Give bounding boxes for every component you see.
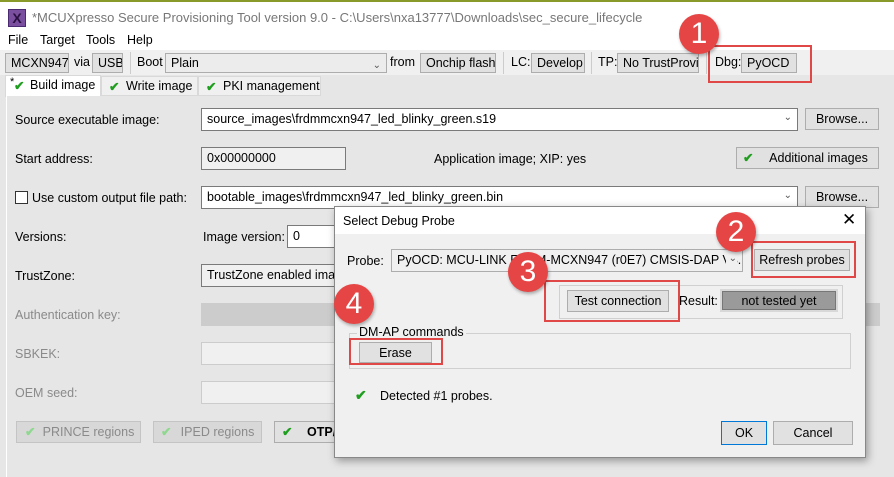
device-button[interactable]: MCXN947 xyxy=(5,53,69,73)
via-label: via xyxy=(74,55,90,69)
menu-help[interactable]: Help xyxy=(127,33,153,47)
source-value: source_images\frdmmcxn947_led_blinky_gre… xyxy=(207,112,497,126)
check-icon: ✔ xyxy=(206,80,217,94)
close-icon[interactable]: ✕ xyxy=(842,210,856,230)
boot-select[interactable]: Plain ⌄ xyxy=(165,53,387,73)
source-label: Source executable image: xyxy=(15,113,160,127)
custom-output-label: Use custom output file path: xyxy=(32,191,187,205)
annotation-badge-1: 1 xyxy=(679,14,719,54)
check-icon: ✔ xyxy=(109,80,120,94)
ok-button[interactable]: OK xyxy=(721,421,767,445)
custom-output-checkbox[interactable] xyxy=(15,191,28,204)
connection-button[interactable]: USB xyxy=(92,53,123,73)
boot-label: Boot xyxy=(137,55,163,69)
boot-memory-button[interactable]: Onchip flash xyxy=(420,53,496,73)
tab-label: Write image xyxy=(126,79,193,93)
tab-write-image[interactable]: ✔ Write image xyxy=(101,76,198,96)
annotation-badge-4: 4 xyxy=(334,284,374,324)
check-icon: ✔ xyxy=(282,425,293,439)
annotation-badge-2: 2 xyxy=(716,212,756,252)
cancel-button[interactable]: Cancel xyxy=(773,421,853,445)
probe-label: Probe: xyxy=(347,254,384,268)
from-label: from xyxy=(390,55,415,69)
image-version-field[interactable]: 0 xyxy=(287,225,337,248)
menu-tools[interactable]: Tools xyxy=(86,33,115,47)
annotation-box-4 xyxy=(349,338,443,365)
tp-label: TP: xyxy=(598,55,618,69)
annotation-box-2 xyxy=(751,241,856,278)
iped-regions-button: ✔ IPED regions xyxy=(153,421,262,443)
start-address-label: Start address: xyxy=(15,152,93,166)
dialog-title-bar: Select Debug Probe ✕ xyxy=(335,207,865,234)
tab-label: PKI management xyxy=(223,79,320,93)
start-address-field[interactable]: 0x00000000 xyxy=(201,147,346,170)
annotation-box-3 xyxy=(544,280,680,322)
sbkek-field xyxy=(201,342,341,365)
tab-pki-management[interactable]: ✔ PKI management xyxy=(198,76,321,96)
chevron-down-icon: ⌄ xyxy=(783,112,792,123)
check-icon: ✔ xyxy=(161,425,172,439)
browse-source-button[interactable]: Browse... xyxy=(805,108,879,130)
iped-label: IPED regions xyxy=(180,425,255,439)
dmap-label: DM-AP commands xyxy=(357,325,466,339)
oem-seed-field xyxy=(201,381,341,404)
check-icon: ✔ xyxy=(355,387,367,403)
otp-label: OTP/ xyxy=(307,425,337,439)
window-title: *MCUXpresso Secure Provisioning Tool ver… xyxy=(32,10,643,25)
prince-label: PRINCE regions xyxy=(42,425,135,439)
app-info-text: Application image; XIP: yes xyxy=(434,152,587,166)
lifecycle-button[interactable]: Develop xyxy=(531,53,585,73)
menu-target[interactable]: Target xyxy=(40,33,75,47)
output-value: bootable_images\frdmmcxn947_led_blinky_g… xyxy=(207,190,504,204)
image-version-label: Image version: xyxy=(203,230,285,244)
check-icon: ✔ xyxy=(14,79,25,93)
chevron-down-icon: ⌄ xyxy=(372,60,381,71)
probe-select[interactable]: PyOCD: MCU-LINK FRDM-MCXN947 (r0E7) CMSI… xyxy=(391,249,743,272)
check-icon: ✔ xyxy=(25,425,36,439)
app-logo-icon: X xyxy=(8,9,26,27)
source-image-select[interactable]: source_images\frdmmcxn947_led_blinky_gre… xyxy=(201,108,798,131)
auth-key-select xyxy=(201,303,341,326)
boot-value: Plain xyxy=(171,56,199,70)
tab-build-image[interactable]: * ✔ Build image xyxy=(5,75,101,97)
versions-label: Versions: xyxy=(15,230,67,244)
chevron-down-icon: ⌄ xyxy=(783,190,792,201)
tab-label: Build image xyxy=(30,78,96,92)
trustzone-select[interactable]: TrustZone enabled image xyxy=(201,264,341,287)
menu-file[interactable]: File xyxy=(8,33,28,47)
result-value: not tested yet xyxy=(720,289,838,312)
dialog-title: Select Debug Probe xyxy=(343,214,455,228)
trust-provisioning-button[interactable]: No TrustProvi xyxy=(617,53,699,73)
additional-images-button[interactable]: ✔ Additional images xyxy=(736,147,879,169)
prince-regions-button: ✔ PRINCE regions xyxy=(16,421,141,443)
probe-value: PyOCD: MCU-LINK FRDM-MCXN947 (r0E7) CMSI… xyxy=(397,253,743,267)
browse-output-button[interactable]: Browse... xyxy=(805,186,879,208)
result-label: Result: xyxy=(679,294,718,308)
chevron-down-icon: ⌄ xyxy=(725,253,737,264)
auth-key-label: Authentication key: xyxy=(15,308,121,322)
additional-images-label: Additional images xyxy=(769,151,868,165)
check-icon: ✔ xyxy=(743,151,754,165)
annotation-box-1 xyxy=(708,45,812,83)
title-bar: X *MCUXpresso Secure Provisioning Tool v… xyxy=(0,0,894,33)
annotation-badge-3: 3 xyxy=(508,252,548,292)
status-text: Detected #1 probes. xyxy=(380,389,493,403)
trustzone-label: TrustZone: xyxy=(15,269,75,283)
sbkek-label: SBKEK: xyxy=(15,347,61,361)
oem-seed-label: OEM seed: xyxy=(15,386,78,400)
lc-label: LC: xyxy=(511,55,531,69)
